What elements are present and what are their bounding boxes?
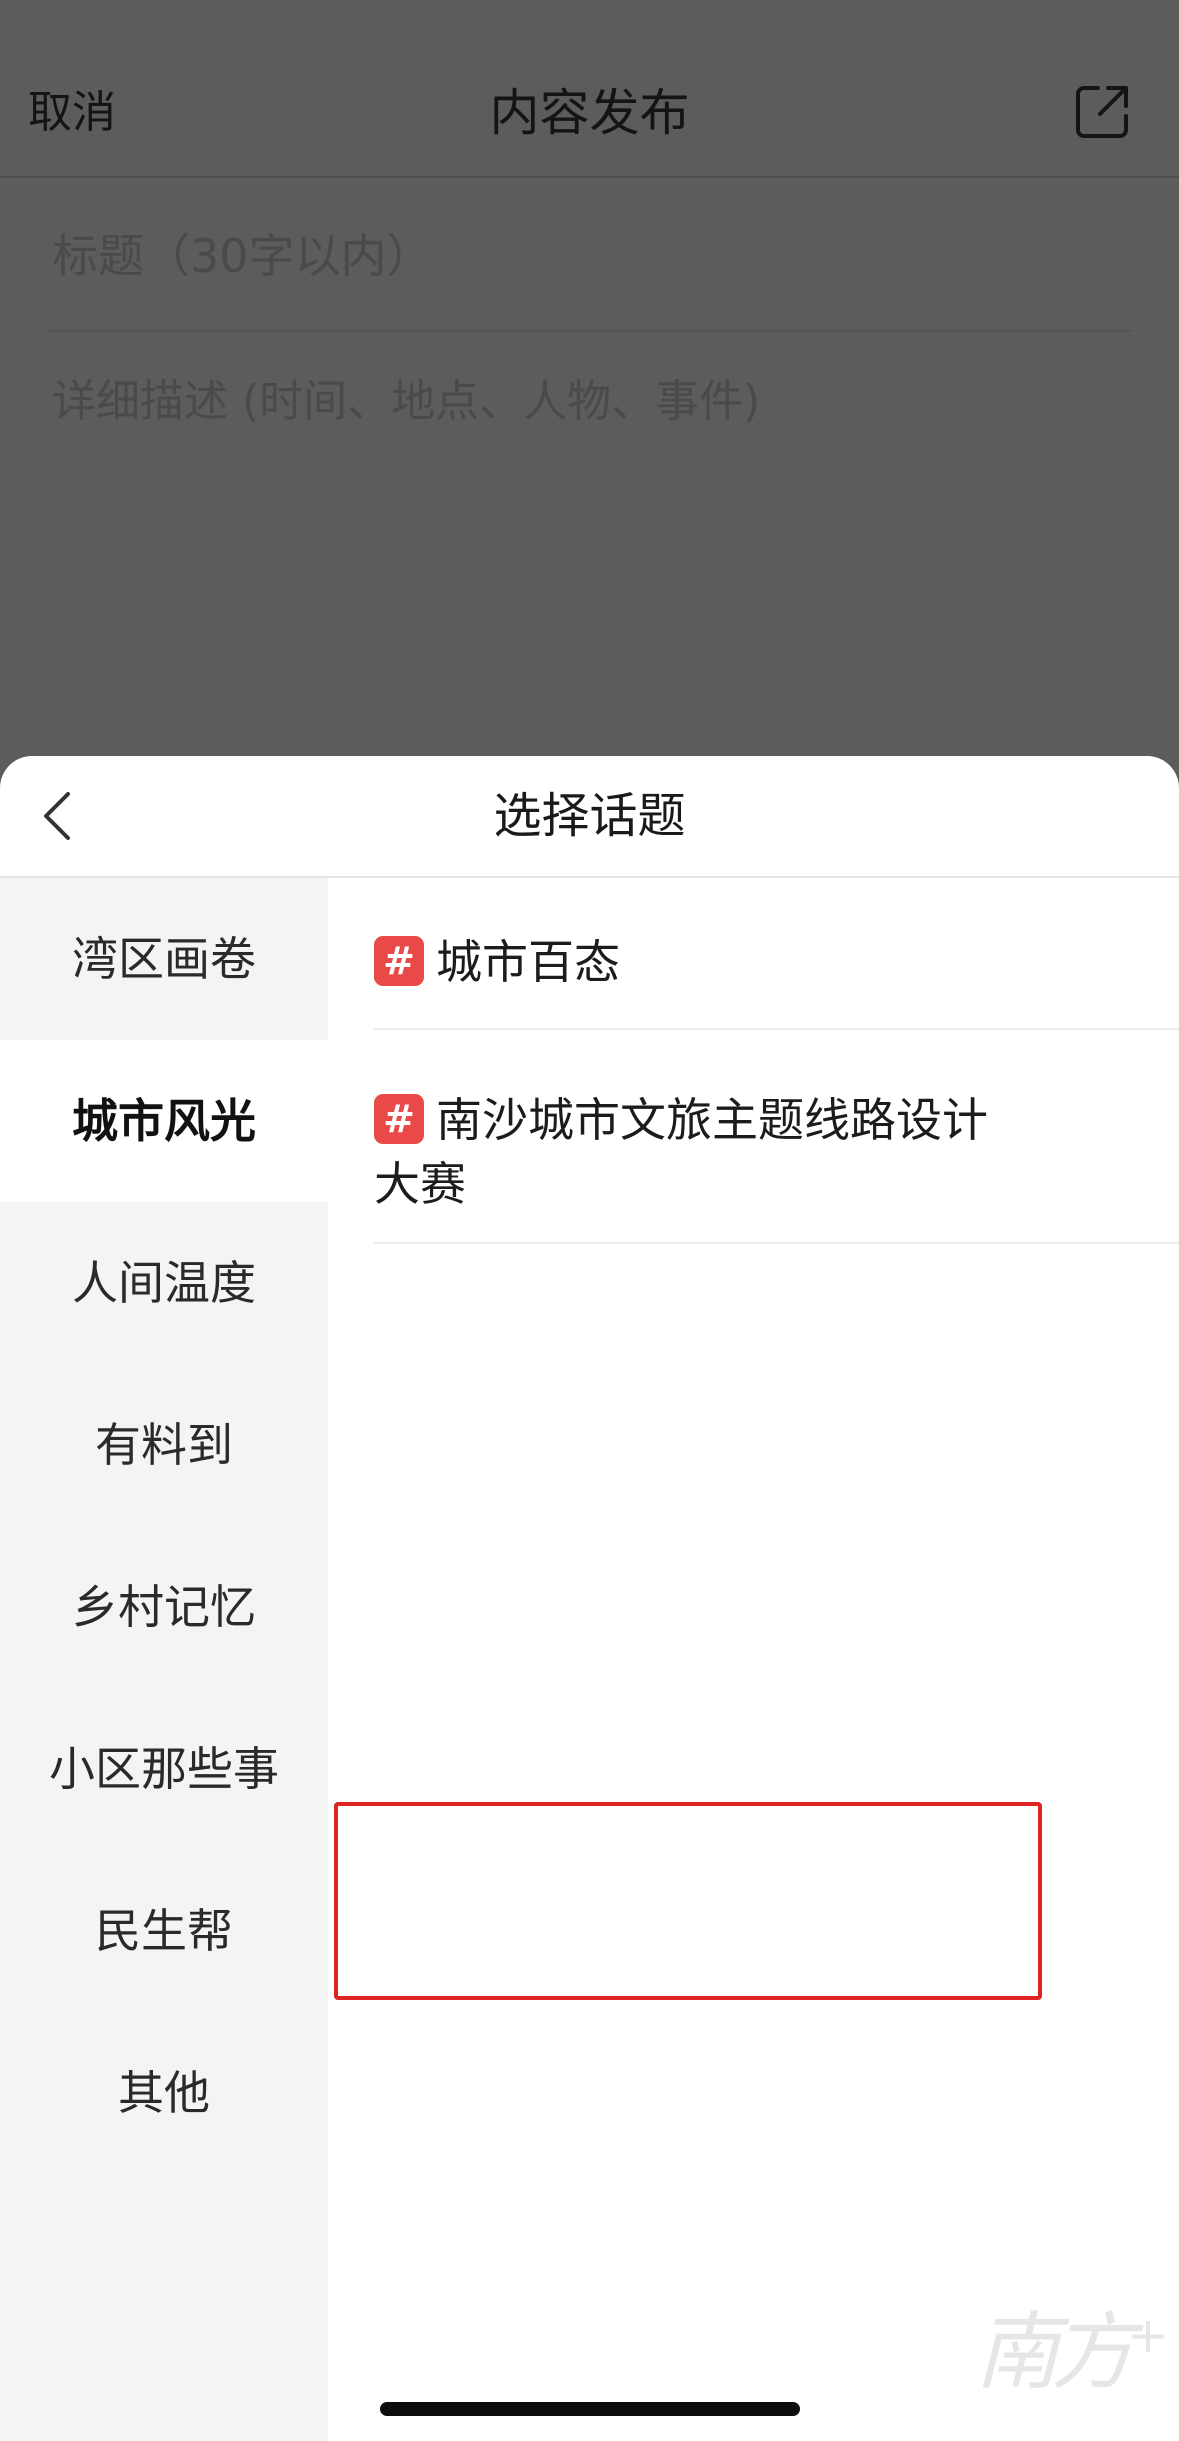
topic-list: # 城市百态 # 南沙城市文旅主题线路设计大赛 bbox=[328, 878, 1179, 2441]
topic-label: 南沙城市文旅主题线路设计大赛 bbox=[374, 1093, 988, 1211]
category-item[interactable]: 人间温度 bbox=[0, 1202, 328, 1364]
watermark-plus: + bbox=[1127, 2306, 1169, 2364]
category-item[interactable]: 有料到 bbox=[0, 1364, 328, 1526]
topic-label: 城市百态 bbox=[436, 935, 620, 989]
sheet-title: 选择话题 bbox=[493, 788, 686, 844]
topic-item[interactable]: # 南沙城市文旅主题线路设计大赛 bbox=[374, 1088, 1014, 1216]
category-item[interactable]: 湾区画卷 bbox=[0, 878, 328, 1040]
title-input[interactable]: 标题（30字以内） bbox=[52, 228, 433, 284]
topic-item[interactable]: # 城市百态 bbox=[374, 930, 1154, 994]
topic-picker-sheet: 选择话题 湾区画卷 城市风光 人间温度 有料到 乡村记忆 小区那些事 民生帮 其… bbox=[0, 756, 1179, 2441]
category-item[interactable]: 民生帮 bbox=[0, 1850, 328, 2012]
category-item[interactable]: 乡村记忆 bbox=[0, 1526, 328, 1688]
watermark-logo: 南方+ bbox=[975, 2285, 1169, 2406]
description-input[interactable]: 详细描述 (时间、地点、人物、事件) bbox=[52, 374, 760, 430]
hashtag-icon: # bbox=[374, 936, 424, 986]
divider bbox=[374, 1028, 1179, 1030]
hashtag-icon: # bbox=[374, 1094, 424, 1144]
compose-page: 取消 内容发布 标题（30字以内） 详细描述 (时间、地点、人物、事件) bbox=[0, 0, 1179, 800]
category-item-active[interactable]: 城市风光 bbox=[0, 1040, 328, 1202]
share-external-icon[interactable] bbox=[1072, 82, 1132, 142]
page-title: 内容发布 bbox=[489, 84, 690, 142]
category-item[interactable]: 其他 bbox=[0, 2012, 328, 2174]
nav-bar: 取消 内容发布 bbox=[0, 0, 1179, 178]
sheet-header: 选择话题 bbox=[0, 756, 1179, 878]
watermark-text: 南方 bbox=[975, 2303, 1135, 2401]
divider bbox=[46, 330, 1132, 332]
divider bbox=[374, 1242, 1179, 1244]
selection-highlight-box bbox=[334, 1802, 1042, 2000]
home-indicator[interactable] bbox=[380, 2402, 800, 2416]
category-item[interactable]: 小区那些事 bbox=[0, 1688, 328, 1850]
category-sidebar: 湾区画卷 城市风光 人间温度 有料到 乡村记忆 小区那些事 民生帮 其他 bbox=[0, 878, 328, 2441]
